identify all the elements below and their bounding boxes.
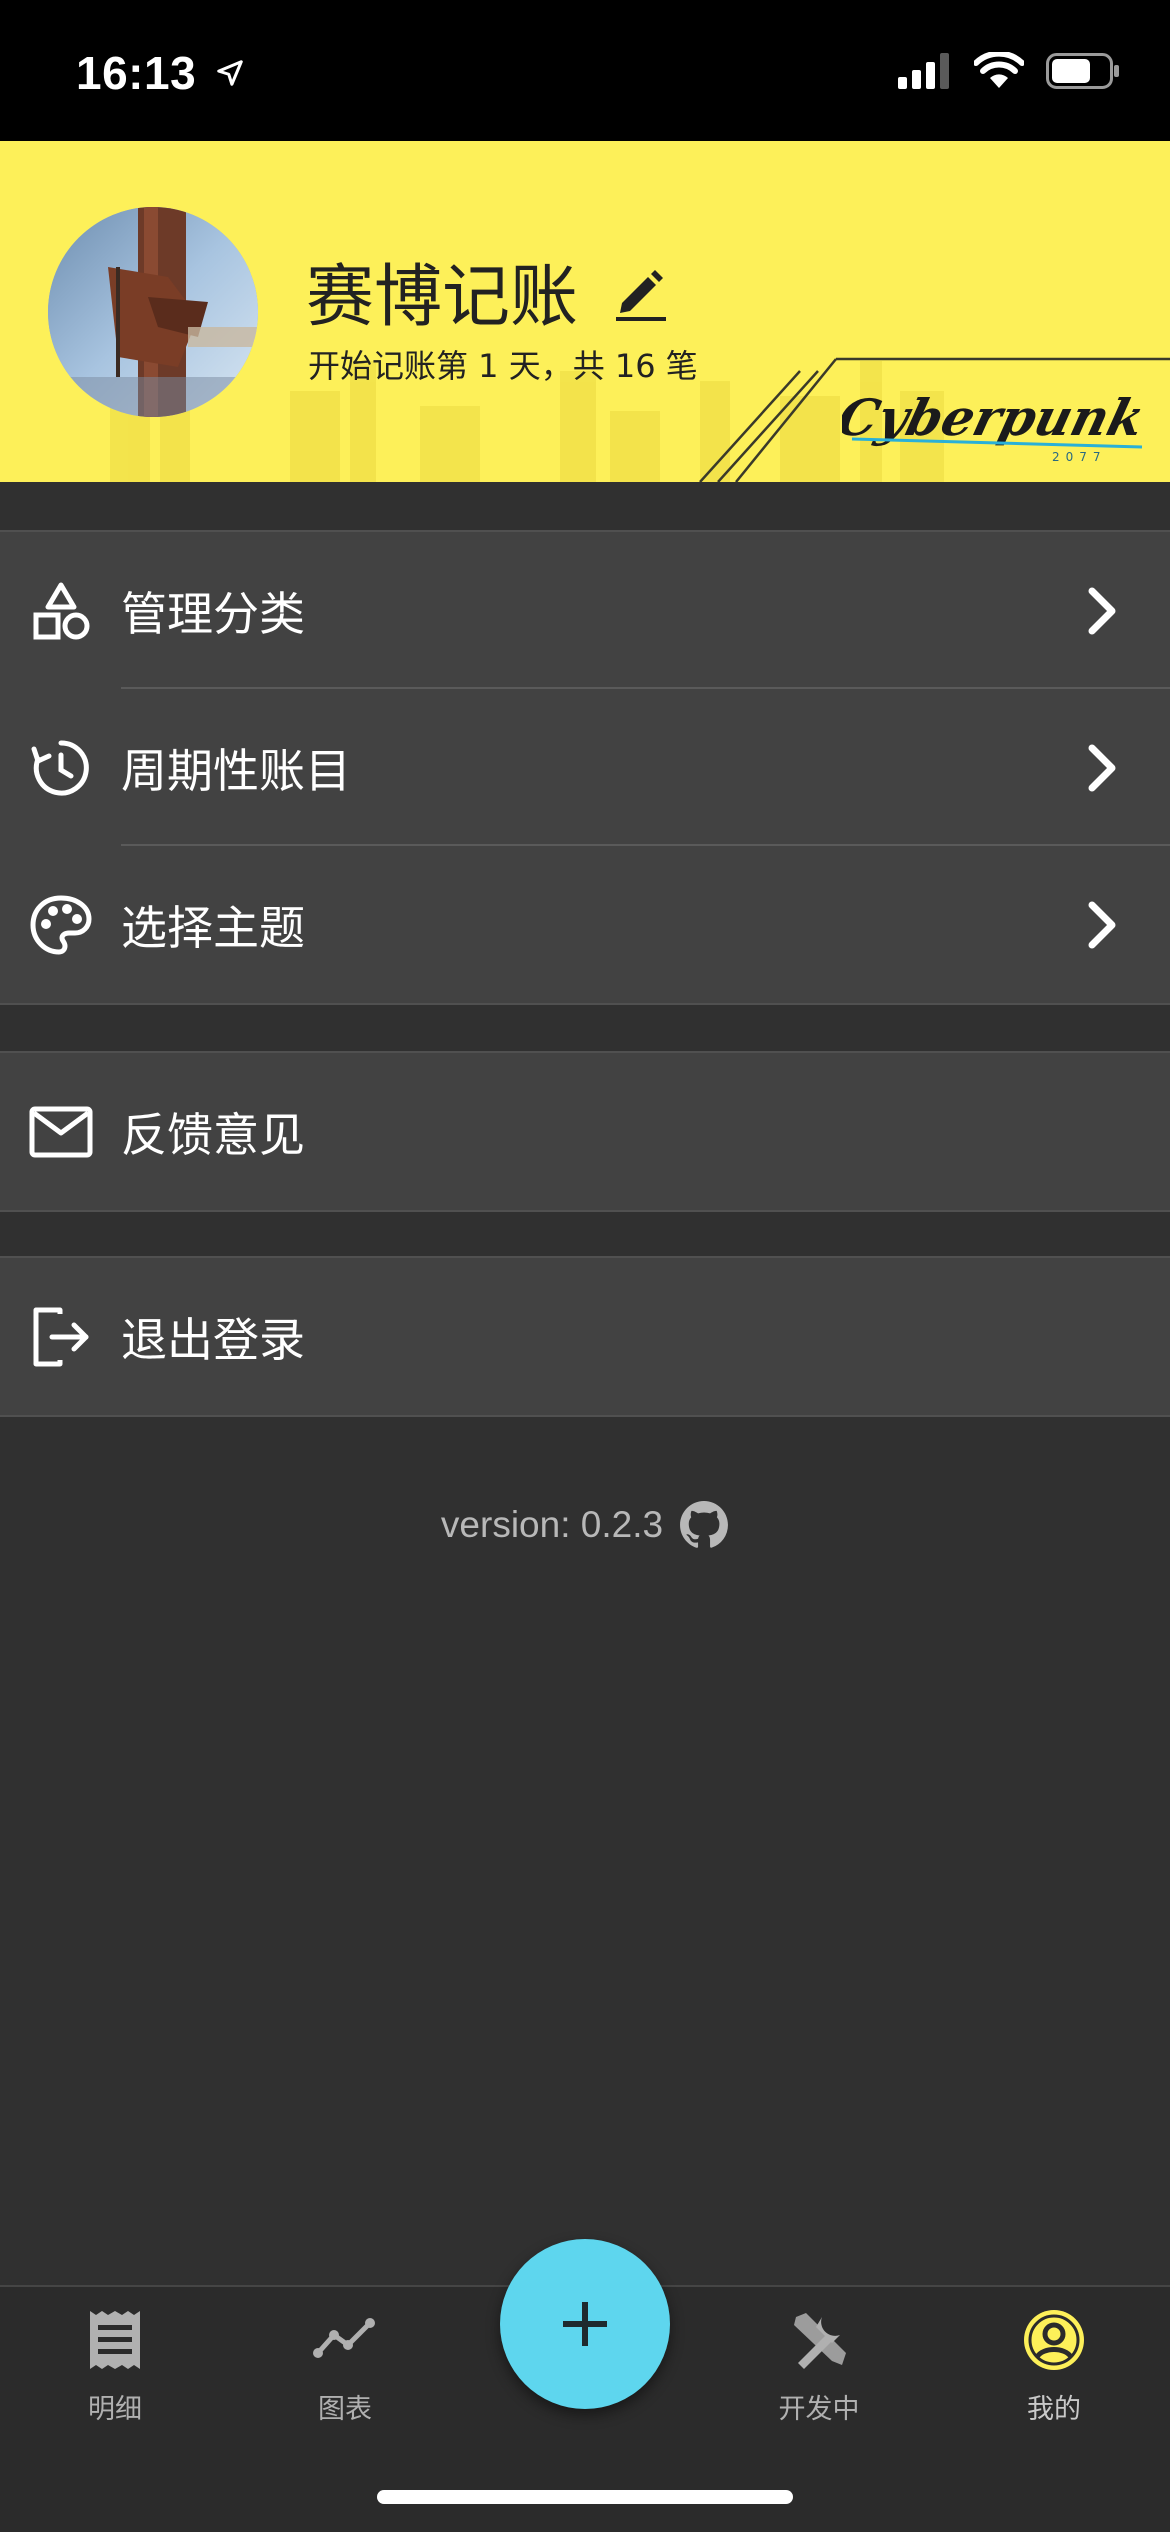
- menu-item-manage-categories[interactable]: 管理分类: [0, 532, 1170, 689]
- profile-screen: 16:13 赛博记账 开始记账第 1 天，共 16 笔 Cyberpunk 20…: [0, 0, 1170, 2532]
- status-time-text: 16:13: [76, 47, 197, 99]
- menu-item-label: 选择主题: [121, 900, 305, 955]
- menu-item-logout[interactable]: 退出登录: [0, 1258, 1170, 1415]
- mail-icon: [28, 1099, 94, 1165]
- tab-label: 开发中: [778, 2394, 860, 2425]
- status-indicators: [898, 52, 1120, 90]
- cyberpunk-logo: Cyberpunk 2077: [842, 388, 1151, 464]
- tab-me[interactable]: 我的: [974, 2307, 1134, 2426]
- palette-icon: [28, 892, 94, 958]
- tab-label: 我的: [1027, 2394, 1081, 2425]
- menu-item-label: 管理分类: [121, 586, 305, 641]
- app-title: 赛博记账: [306, 258, 579, 337]
- menu-item-label: 周期性账目: [121, 743, 351, 798]
- status-time: 16:13: [76, 46, 245, 100]
- location-arrow-icon: [217, 60, 244, 86]
- chevron-right-icon: [1088, 587, 1116, 634]
- tab-label: 明细: [88, 2394, 142, 2425]
- app-subtitle: 开始记账第 1 天，共 16 笔: [308, 347, 698, 385]
- menu-group-account: 退出登录: [0, 1256, 1170, 1417]
- tab-label: 图表: [318, 2394, 372, 2425]
- menu-item-choose-theme[interactable]: 选择主题: [0, 846, 1170, 1003]
- battery-icon: [1046, 53, 1119, 89]
- tab-details[interactable]: 明细: [35, 2307, 195, 2426]
- menu-group-settings: 管理分类 周期性账目 选择主题: [0, 530, 1170, 1005]
- shapes-icon: [28, 578, 94, 644]
- tools-icon: [794, 2313, 846, 2369]
- profile-header: 赛博记账 开始记账第 1 天，共 16 笔 Cyberpunk 2077: [0, 141, 1170, 482]
- version-info: version: 0.2.3: [0, 1500, 1170, 1550]
- cellular-signal-icon: [898, 53, 949, 89]
- avatar-image: [48, 207, 258, 417]
- tab-in-development[interactable]: 开发中: [739, 2307, 899, 2426]
- tab-charts[interactable]: 图表: [265, 2307, 425, 2426]
- menu-item-feedback[interactable]: 反馈意见: [0, 1053, 1170, 1210]
- wifi-icon: [974, 52, 1024, 88]
- receipt-icon: [90, 2311, 140, 2369]
- status-bar: 16:13: [0, 0, 1170, 141]
- menu-item-recurring-entries[interactable]: 周期性账目: [0, 689, 1170, 846]
- history-clock-icon: [28, 735, 94, 801]
- add-entry-button[interactable]: [500, 2239, 670, 2409]
- menu-group-feedback: 反馈意见: [0, 1051, 1170, 1212]
- menu-item-label: 反馈意见: [121, 1107, 305, 1162]
- logo-year: 2077: [1052, 450, 1107, 464]
- plus-icon: [563, 2302, 607, 2346]
- chevron-right-icon: [1088, 901, 1116, 948]
- menu-item-label: 退出登录: [121, 1312, 305, 1367]
- avatar[interactable]: [48, 207, 258, 417]
- edit-profile-button[interactable]: [612, 263, 670, 323]
- chart-line-icon: [313, 2318, 375, 2358]
- pencil-icon: [616, 270, 666, 321]
- account-circle-icon: [1024, 2310, 1084, 2370]
- github-icon[interactable]: [679, 1500, 729, 1550]
- logout-icon: [28, 1304, 94, 1370]
- home-indicator[interactable]: [377, 2490, 793, 2504]
- logo-text: Cyberpunk: [842, 388, 1151, 447]
- chevron-right-icon: [1088, 744, 1116, 791]
- version-text: version: 0.2.3: [440, 1504, 664, 1545]
